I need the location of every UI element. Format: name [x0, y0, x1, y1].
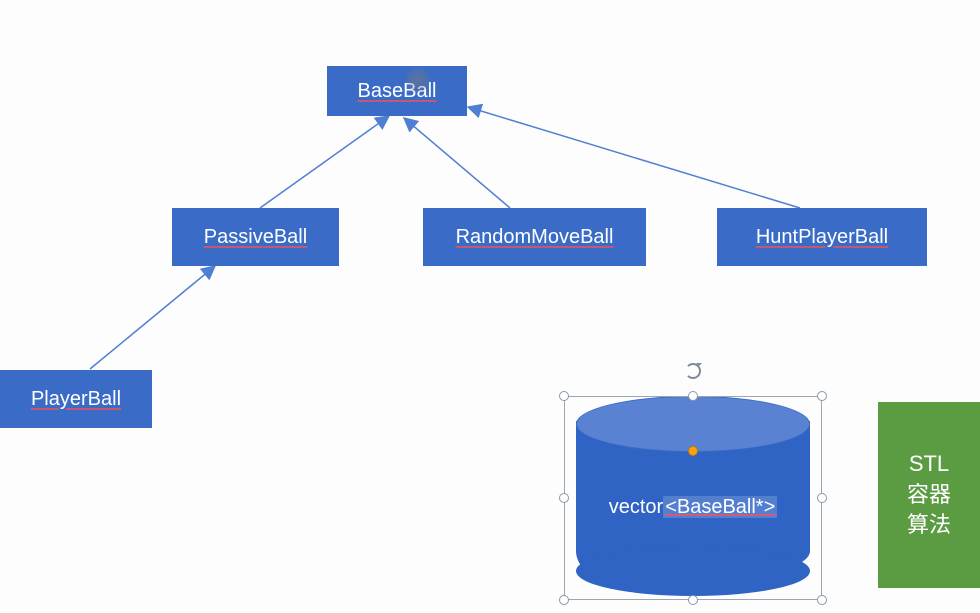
rotation-handle[interactable] — [685, 363, 701, 379]
node-baseball-label: BaseBall — [358, 80, 437, 103]
node-playerball-label: PlayerBall — [31, 388, 121, 411]
handle-ne[interactable] — [817, 391, 827, 401]
handle-nw[interactable] — [559, 391, 569, 401]
handle-w[interactable] — [559, 493, 569, 503]
node-playerball: PlayerBall — [0, 370, 152, 428]
stl-line2: 容器 — [907, 480, 951, 511]
handle-e[interactable] — [817, 493, 827, 503]
node-passiveball-label: PassiveBall — [204, 226, 307, 249]
node-huntplayerball-label: HuntPlayerBall — [756, 226, 888, 249]
node-randommoveball: RandomMoveBall — [423, 208, 646, 266]
node-huntplayerball: HuntPlayerBall — [717, 208, 927, 266]
cylinder-top — [576, 396, 810, 452]
cylinder-template-param: <BaseBall*> — [663, 496, 777, 518]
node-randommoveball-label: RandomMoveBall — [456, 226, 614, 249]
stl-line1: STL — [909, 449, 949, 480]
handle-s[interactable] — [688, 595, 698, 605]
stl-line3: 算法 — [907, 510, 951, 541]
cylinder-label: vector<BaseBall*> — [576, 496, 810, 519]
node-baseball: BaseBall — [327, 66, 467, 116]
stl-box: STL 容器 算法 — [878, 402, 980, 588]
handle-sw[interactable] — [559, 595, 569, 605]
node-passiveball: PassiveBall — [172, 208, 339, 266]
handle-se[interactable] — [817, 595, 827, 605]
inheritance-arrows — [0, 0, 980, 613]
cylinder-prefix: vector — [609, 496, 663, 518]
cylinder-vector[interactable]: vector<BaseBall*> — [576, 396, 810, 596]
